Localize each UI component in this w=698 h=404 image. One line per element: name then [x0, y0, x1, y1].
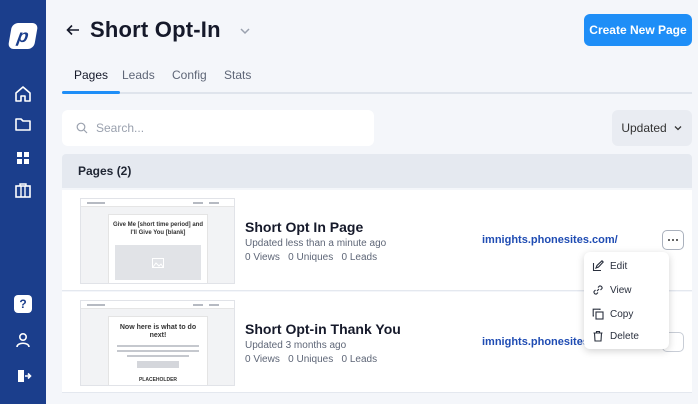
page-name[interactable]: Short Opt-in Thank You [245, 321, 401, 337]
search-input[interactable] [96, 121, 356, 135]
tab-pages[interactable]: Pages [74, 68, 108, 82]
page-url-link[interactable]: imnights.phonesites.c [482, 336, 598, 348]
sidebar-item-help[interactable]: ? [0, 288, 46, 320]
tab-leads[interactable]: Leads [122, 68, 155, 82]
thumbnail-heading: Give Me [short time period] and I'll Giv… [113, 222, 204, 236]
sidebar-item-folders[interactable] [0, 108, 46, 140]
tab-bar: Pages Leads Config Stats [62, 60, 692, 94]
sidebar: p ? [0, 0, 46, 404]
sidebar-item-products[interactable] [0, 174, 46, 206]
chevron-down-icon [674, 126, 682, 131]
sort-label: Updated [621, 121, 667, 135]
page-title: Short Opt-In [90, 17, 221, 42]
page-updated: Updated 3 months ago [245, 340, 347, 351]
page-stats: 0 Views 0 Uniques 0 Leads [245, 252, 378, 263]
home-icon [15, 86, 31, 102]
thumbnail-heading: Now here is what to do next! [119, 324, 197, 339]
link-icon [593, 285, 603, 295]
logout-icon [18, 370, 32, 382]
bag-icon [15, 183, 31, 198]
help-icon: ? [14, 295, 32, 313]
arrow-left-icon [66, 24, 79, 36]
sort-dropdown[interactable]: Updated [612, 110, 692, 146]
menu-item-edit[interactable]: Edit [584, 254, 669, 278]
page-name[interactable]: Short Opt In Page [245, 219, 363, 235]
search-box[interactable] [62, 110, 374, 146]
sidebar-item-pages[interactable] [0, 142, 46, 174]
pages-list-header: Pages (2) [62, 154, 692, 188]
menu-item-delete[interactable]: Delete [584, 324, 669, 348]
more-options-button[interactable] [662, 230, 684, 250]
edit-icon [592, 260, 604, 272]
menu-item-view[interactable]: View [584, 278, 669, 302]
search-icon [76, 122, 88, 134]
logo-icon: p [7, 23, 39, 49]
page-stats: 0 Views 0 Uniques 0 Leads [245, 354, 378, 365]
page-url-link[interactable]: imnights.phonesites.com/ [482, 234, 618, 246]
tab-stats[interactable]: Stats [224, 68, 251, 82]
sidebar-item-account[interactable] [0, 324, 46, 356]
menu-item-copy[interactable]: Copy [584, 302, 669, 326]
folder-icon [15, 118, 31, 131]
copy-icon [592, 308, 604, 320]
page-updated: Updated less than a minute ago [245, 238, 387, 249]
app-logo[interactable]: p [0, 20, 46, 52]
page-thumbnail[interactable]: Give Me [short time period] and I'll Giv… [80, 198, 235, 284]
page-options-menu: Edit View Copy Delete [584, 252, 669, 349]
create-new-page-button[interactable]: Create New Page [584, 14, 692, 46]
tab-config[interactable]: Config [172, 68, 207, 82]
sidebar-item-home[interactable] [0, 78, 46, 110]
image-placeholder-icon [152, 257, 164, 268]
back-button[interactable] [66, 18, 86, 42]
grid-icon [17, 152, 29, 164]
more-icon [668, 239, 670, 241]
trash-icon [593, 330, 603, 342]
chevron-down-icon[interactable] [238, 24, 252, 38]
thumbnail-logo: PLACEHOLDER [138, 377, 178, 383]
active-tab-indicator [62, 91, 120, 94]
sidebar-item-logout[interactable] [0, 360, 46, 392]
user-icon [16, 332, 30, 348]
page-thumbnail[interactable]: Now here is what to do next! PLACEHOLDER [80, 300, 235, 386]
